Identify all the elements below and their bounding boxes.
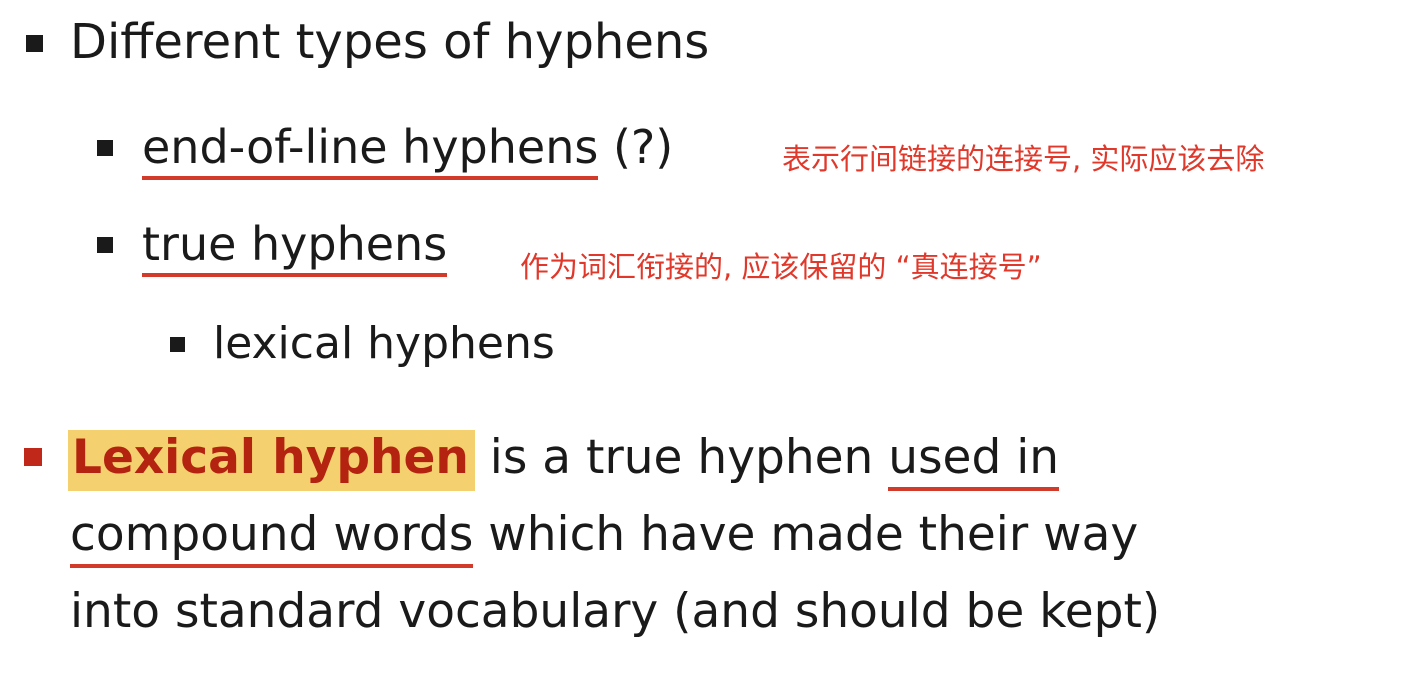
item-end-of-line-hyphens: end-of-line hyphens (?) (142, 120, 674, 180)
square-bullet-icon (170, 337, 185, 352)
question-suffix: (?) (598, 120, 674, 174)
true-hyphens-term: true hyphens (142, 217, 448, 277)
used-in-underlined: used in (888, 430, 1060, 491)
definition-line-1: Lexical hyphen is a true hyphen used in (68, 430, 1060, 491)
definition-text-2: which have made their way (473, 507, 1139, 562)
square-bullet-icon (26, 35, 43, 52)
compound-words-underlined: compound words (70, 507, 474, 568)
definition-text-1: is a true hyphen (474, 430, 889, 485)
annotation-end-of-line: 表示行间链接的连接号, 实际应该去除 (782, 142, 1265, 176)
lexical-hyphen-highlight: Lexical hyphen (68, 430, 475, 491)
definition-line-2: compound words which have made their way (70, 507, 1139, 568)
annotation-true-hyphens: 作为词汇衔接的, 应该保留的 “真连接号” (520, 250, 1042, 284)
definition-line-3: into standard vocabulary (and should be … (70, 584, 1161, 639)
item-lexical-hyphens: lexical hyphens (213, 318, 555, 369)
square-bullet-icon (97, 140, 113, 156)
square-bullet-icon (24, 448, 42, 466)
item-true-hyphens: true hyphens (142, 217, 448, 277)
item-different-types: Different types of hyphens (70, 14, 710, 70)
end-of-line-term: end-of-line hyphens (142, 120, 599, 180)
square-bullet-icon (97, 237, 113, 253)
